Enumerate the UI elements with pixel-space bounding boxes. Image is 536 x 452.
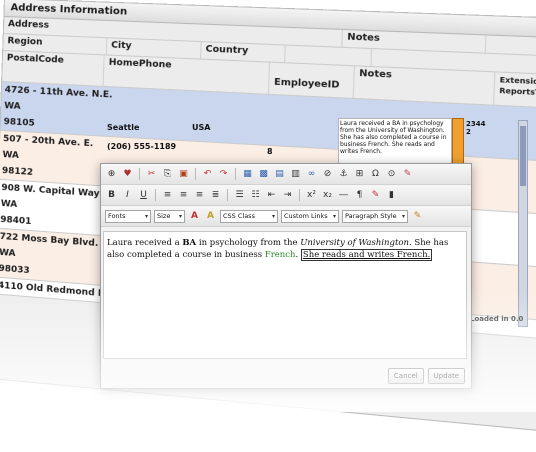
grid-vertical-scrollbar[interactable]	[518, 120, 528, 327]
col-empty	[485, 35, 536, 55]
html-editor-popup: ⊕ ♥ ✂ ⎘ ▣ ↶ ↷ ▦ ▩ ▤ ▥ ∞ ⊘ ⚓ ⊞ Ω ⊙ ✎ B I …	[100, 163, 472, 389]
css-class-select-label: CSS Class	[223, 211, 255, 220]
chevron-down-icon: ▾	[401, 212, 405, 220]
font-size-select[interactable]: Size ▾	[154, 209, 185, 223]
numbered-list-icon[interactable]: ☰	[233, 189, 246, 202]
paragraph-style-select[interactable]: Paragraph Style ▾	[342, 209, 408, 223]
chevron-down-icon: ▾	[271, 212, 275, 220]
toolbar-row-1: ⊕ ♥ ✂ ⎘ ▣ ↶ ↷ ▦ ▩ ▤ ▥ ∞ ⊘ ⚓ ⊞ Ω ⊙ ✎	[101, 164, 471, 185]
table-icon[interactable]: ⊞	[353, 168, 366, 181]
editor-content-area[interactable]: Laura received a BA in psychology from t…	[103, 231, 467, 359]
status-text: Loaded in 0.0	[470, 315, 524, 323]
chevron-down-icon: ▾	[178, 212, 182, 220]
col-notes-2[interactable]: Notes	[353, 66, 496, 105]
cell-reportsto: 2	[466, 128, 471, 136]
outdent-icon[interactable]: ⇤	[265, 189, 278, 202]
cancel-button[interactable]: Cancel	[387, 367, 424, 384]
content-text: Laura received a	[107, 238, 183, 248]
toolbar-row-2: B I U ≡ ≡ ≡ ≣ ☰ ☷ ⇤ ⇥ x² x₂ ― ¶ ✎ ▮	[101, 185, 471, 206]
color-pen-icon[interactable]: ✎	[369, 189, 382, 202]
col-employeeid[interactable]: EmployeeID	[269, 62, 356, 98]
toolbar-separator	[235, 168, 236, 180]
align-center-icon[interactable]: ≡	[177, 189, 190, 202]
anchor-icon[interactable]: ⚓	[337, 168, 350, 181]
col-extension[interactable]: Extension ReportsTo	[494, 72, 536, 108]
bulleted-list-icon[interactable]: ☷	[249, 189, 262, 202]
highlight-icon[interactable]: ▮	[385, 189, 398, 202]
indent-icon[interactable]: ⇥	[281, 189, 294, 202]
col-reportsto-label: ReportsTo	[499, 86, 536, 98]
cell-city: Seattle	[107, 123, 140, 132]
content-green-text: French	[264, 250, 296, 260]
content-bold: BA	[182, 238, 197, 248]
forecolor-icon[interactable]: A	[188, 210, 201, 223]
font-size-select-label: Size	[157, 211, 171, 220]
content-link[interactable]: She reads and writes French.	[300, 249, 433, 261]
notes-scrollbar[interactable]	[452, 118, 464, 166]
document-icon[interactable]: ▥	[289, 168, 302, 181]
toolbar-separator	[139, 168, 140, 180]
redo-icon[interactable]: ↷	[217, 168, 230, 181]
special-char-icon[interactable]: Ω	[369, 168, 382, 181]
css-class-select[interactable]: CSS Class ▾	[220, 209, 278, 223]
cut-icon[interactable]: ✂	[145, 168, 158, 181]
copy-icon[interactable]: ⎘	[161, 168, 174, 181]
cell-country: USA	[192, 123, 211, 132]
col-postalcode[interactable]: PostalCode	[2, 50, 105, 86]
image-icon[interactable]: ▦	[241, 168, 254, 181]
toolbar-row-3: Fonts ▾ Size ▾ A A CSS Class ▾ Custom Li…	[101, 206, 471, 227]
extension-values: 2344 2	[466, 120, 485, 136]
link-icon[interactable]: ∞	[305, 168, 318, 181]
content-text: in psychology from the	[196, 238, 301, 248]
paragraph-style-select-label: Paragraph Style	[345, 211, 397, 220]
media-icon[interactable]: ▤	[273, 168, 286, 181]
undo-icon[interactable]: ↶	[201, 168, 214, 181]
chevron-down-icon: ▾	[144, 212, 148, 220]
bold-icon[interactable]: B	[105, 189, 118, 202]
notes-cell[interactable]: Laura received a BA in psychology from t…	[338, 118, 452, 168]
format-brush-icon[interactable]: ✎	[411, 210, 424, 223]
toolbar-separator	[195, 168, 196, 180]
horizontal-rule-icon[interactable]: ―	[337, 189, 350, 202]
align-left-icon[interactable]: ≡	[161, 189, 174, 202]
paragraph-icon[interactable]: ¶	[353, 189, 366, 202]
update-button[interactable]: Update	[427, 367, 465, 384]
col-extension-label: Extension	[499, 75, 536, 87]
content-italic: University of Washington	[300, 238, 409, 248]
zoom-icon[interactable]: ⊙	[385, 168, 398, 181]
paste-icon[interactable]: ▣	[177, 168, 190, 181]
flash-icon[interactable]: ▩	[257, 168, 270, 181]
cell-extension: 2344	[466, 120, 486, 128]
font-name-select-label: Fonts	[108, 211, 126, 220]
align-right-icon[interactable]: ≡	[193, 189, 206, 202]
editor-footer: Cancel Update	[101, 363, 471, 388]
unlink-icon[interactable]: ⊘	[321, 168, 334, 181]
chevron-down-icon: ▾	[332, 212, 336, 220]
spellcheck-icon[interactable]: ♥	[121, 168, 134, 181]
toolbar-separator	[227, 189, 228, 201]
toolbar-separator	[155, 189, 156, 201]
custom-links-select-label: Custom Links	[284, 211, 328, 220]
toolbar-separator	[299, 189, 300, 201]
custom-links-select[interactable]: Custom Links ▾	[281, 209, 339, 223]
subscript-icon[interactable]: x₂	[321, 189, 334, 202]
italic-icon[interactable]: I	[121, 189, 134, 202]
font-name-select[interactable]: Fonts ▾	[105, 209, 151, 223]
cell-employeeid: 8	[267, 147, 273, 156]
backcolor-icon[interactable]: A	[204, 210, 217, 223]
scrollbar-thumb[interactable]	[520, 126, 526, 186]
justify-icon[interactable]: ≣	[209, 189, 222, 202]
underline-icon[interactable]: U	[137, 189, 150, 202]
format-stripper-icon[interactable]: ✎	[401, 168, 414, 181]
cell-homephone: (206) 555-1189	[107, 142, 177, 151]
find-icon[interactable]: ⊕	[105, 168, 118, 181]
superscript-icon[interactable]: x²	[305, 189, 318, 202]
